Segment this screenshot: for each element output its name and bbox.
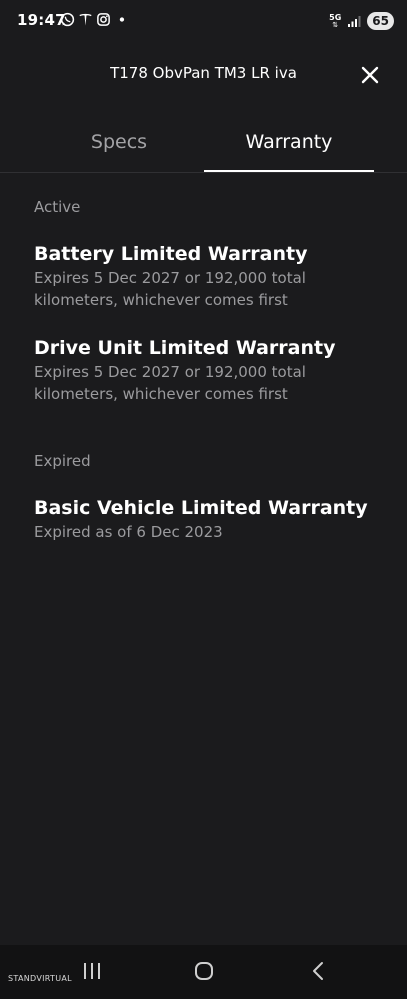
warranty-item-basic-vehicle: Basic Vehicle Limited Warranty Expired a… bbox=[34, 496, 374, 543]
recent-apps-icon bbox=[84, 963, 100, 979]
warranty-item-drive-unit: Drive Unit Limited Warranty Expires 5 De… bbox=[34, 336, 374, 405]
warranty-title: Drive Unit Limited Warranty bbox=[34, 337, 336, 359]
page-title: T178 ObvPan TM3 LR iva bbox=[110, 64, 297, 82]
tab-specs[interactable]: Specs bbox=[34, 112, 204, 172]
section-label-expired: Expired bbox=[34, 452, 91, 470]
close-icon bbox=[361, 66, 379, 84]
tabs-divider bbox=[0, 172, 407, 173]
home-icon bbox=[195, 962, 213, 980]
status-bar: 19:47 5G ⇅ 65 bbox=[0, 0, 407, 44]
instagram-icon bbox=[97, 13, 110, 26]
back-button[interactable] bbox=[304, 959, 332, 983]
dot-icon bbox=[119, 17, 125, 22]
warranty-title: Battery Limited Warranty bbox=[34, 243, 308, 265]
notification-icons bbox=[60, 12, 128, 27]
tesla-icon bbox=[79, 13, 92, 26]
tab-warranty[interactable]: Warranty bbox=[204, 112, 374, 172]
watermark: STANDVIRTUAL bbox=[8, 974, 72, 983]
network-indicator: 5G ⇅ bbox=[329, 13, 341, 29]
back-icon bbox=[313, 962, 323, 980]
status-time: 19:47 bbox=[17, 11, 66, 29]
warranty-item-battery: Battery Limited Warranty Expires 5 Dec 2… bbox=[34, 242, 374, 311]
recent-apps-button[interactable] bbox=[78, 959, 106, 983]
section-label-active: Active bbox=[34, 198, 81, 216]
battery-indicator: 65 bbox=[367, 12, 394, 30]
warranty-description: Expired as of 6 Dec 2023 bbox=[34, 523, 223, 541]
close-button[interactable] bbox=[361, 66, 379, 84]
home-button[interactable] bbox=[190, 959, 218, 983]
tab-bar: Specs Warranty bbox=[34, 112, 374, 174]
system-nav-bar bbox=[0, 945, 407, 999]
warranty-description: Expires 5 Dec 2027 or 192,000 total kilo… bbox=[34, 363, 306, 403]
warranty-title: Basic Vehicle Limited Warranty bbox=[34, 497, 368, 519]
signal-icon bbox=[348, 16, 361, 27]
screen: 19:47 5G ⇅ 65 T178 ObvPan TM3 LR iva Spe… bbox=[0, 0, 407, 999]
warranty-description: Expires 5 Dec 2027 or 192,000 total kilo… bbox=[34, 269, 306, 309]
whatsapp-icon bbox=[60, 12, 75, 27]
status-right: 5G ⇅ 65 bbox=[329, 12, 394, 30]
data-arrows-icon: ⇅ bbox=[332, 20, 339, 29]
